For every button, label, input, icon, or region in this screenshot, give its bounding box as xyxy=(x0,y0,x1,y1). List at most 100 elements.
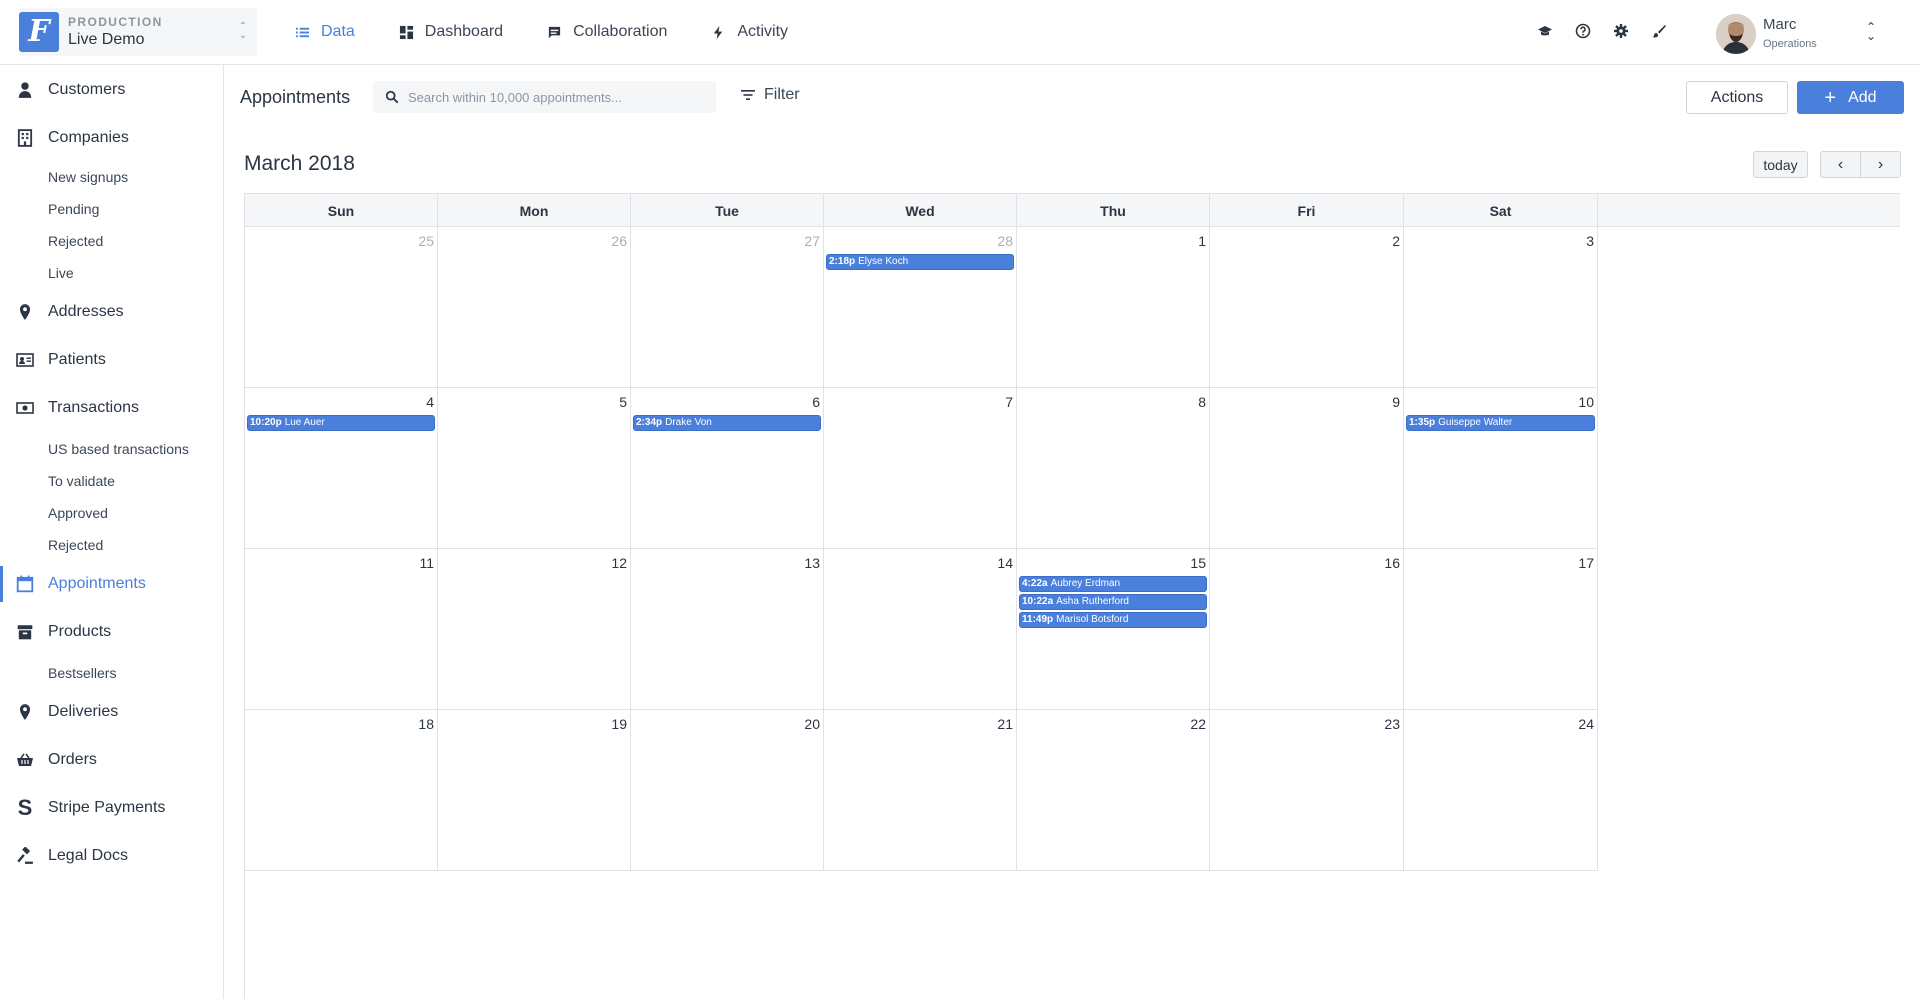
calendar-day-cell[interactable]: 5 xyxy=(438,388,631,549)
calendar-event[interactable]: 10:20p Lue Auer xyxy=(247,415,435,431)
day-number[interactable]: 21 xyxy=(997,716,1013,732)
sidebar-subitem-rejected[interactable]: Rejected xyxy=(48,233,103,249)
sidebar-item-stripe-payments[interactable]: S Stripe Payments xyxy=(0,790,223,826)
calendar-day-cell[interactable]: 22 xyxy=(1017,710,1210,871)
calendar-day-cell[interactable]: 15 4:22a Aubrey Erdman 10:22a Asha Rutherfor… xyxy=(1017,549,1210,710)
sidebar-subitem-pending[interactable]: Pending xyxy=(48,201,99,217)
sidebar-subitem-live[interactable]: Live xyxy=(48,265,74,281)
day-number[interactable]: 24 xyxy=(1578,716,1594,732)
sidebar-item-patients[interactable]: Patients xyxy=(0,342,223,378)
day-number[interactable]: 27 xyxy=(804,233,820,249)
calendar-day-cell[interactable]: 2 xyxy=(1210,227,1404,388)
calendar-event[interactable]: 10:22a Asha Rutherford xyxy=(1019,594,1207,610)
sidebar-item-addresses[interactable]: Addresses xyxy=(0,294,223,330)
chevron-right-icon[interactable]: › xyxy=(1860,151,1901,178)
calendar-day-cell[interactable]: 12 xyxy=(438,549,631,710)
calendar-day-cell[interactable]: 21 xyxy=(824,710,1017,871)
day-number[interactable]: 17 xyxy=(1578,555,1594,571)
day-number[interactable]: 6 xyxy=(812,394,820,410)
day-number[interactable]: 28 xyxy=(997,233,1013,249)
topnav-data[interactable]: Data xyxy=(295,0,355,64)
day-number[interactable]: 2 xyxy=(1392,233,1400,249)
sidebar-subitem-approved[interactable]: Approved xyxy=(48,505,108,521)
sidebar-subitem-rejected-transactions[interactable]: Rejected xyxy=(48,537,103,553)
topnav-dashboard[interactable]: Dashboard xyxy=(399,0,503,64)
calendar-day-cell[interactable]: 28 2:18p Elyse Koch xyxy=(824,227,1017,388)
brush-icon[interactable] xyxy=(1650,22,1668,40)
calendar-day-cell[interactable]: 17 xyxy=(1404,549,1598,710)
day-number[interactable]: 4 xyxy=(426,394,434,410)
calendar-day-cell[interactable]: 26 xyxy=(438,227,631,388)
environment-switcher[interactable]: F PRODUCTION Live Demo ⌃ ⌄ xyxy=(19,8,257,56)
graduation-cap-icon[interactable] xyxy=(1536,22,1554,40)
calendar-event[interactable]: 11:49p Marisol Botsford xyxy=(1019,612,1207,628)
day-number[interactable]: 3 xyxy=(1586,233,1594,249)
day-number[interactable]: 1 xyxy=(1198,233,1206,249)
sidebar-item-legal-docs[interactable]: Legal Docs xyxy=(0,838,223,874)
day-number[interactable]: 10 xyxy=(1578,394,1594,410)
calendar-day-cell[interactable]: 8 xyxy=(1017,388,1210,549)
calendar-day-cell[interactable]: 3 xyxy=(1404,227,1598,388)
day-number[interactable]: 15 xyxy=(1190,555,1206,571)
calendar-day-cell[interactable]: 25 xyxy=(245,227,438,388)
day-number[interactable]: 16 xyxy=(1384,555,1400,571)
calendar-event[interactable]: 1:35p Guiseppe Walter xyxy=(1406,415,1595,431)
chevron-left-icon[interactable]: ‹ xyxy=(1820,151,1861,178)
day-number[interactable]: 22 xyxy=(1190,716,1206,732)
today-button[interactable]: today xyxy=(1753,151,1808,178)
topnav-activity[interactable]: Activity xyxy=(711,0,788,64)
filter-button[interactable]: Filter xyxy=(740,86,800,104)
sidebar-item-companies[interactable]: Companies xyxy=(0,120,223,156)
help-icon[interactable] xyxy=(1574,22,1592,40)
calendar-day-cell[interactable]: 7 xyxy=(824,388,1017,549)
day-number[interactable]: 8 xyxy=(1198,394,1206,410)
day-number[interactable]: 18 xyxy=(418,716,434,732)
calendar-day-cell[interactable]: 13 xyxy=(631,549,824,710)
calendar-day-cell[interactable]: 14 xyxy=(824,549,1017,710)
calendar-event[interactable]: 2:18p Elyse Koch xyxy=(826,254,1014,270)
calendar-day-cell[interactable]: 9 xyxy=(1210,388,1404,549)
calendar-day-cell[interactable]: 27 xyxy=(631,227,824,388)
calendar-day-cell[interactable]: 19 xyxy=(438,710,631,871)
day-number[interactable]: 26 xyxy=(611,233,627,249)
day-number[interactable]: 23 xyxy=(1384,716,1400,732)
sidebar-subitem-bestsellers[interactable]: Bestsellers xyxy=(48,665,116,681)
calendar-day-cell[interactable]: 24 xyxy=(1404,710,1598,871)
day-number[interactable]: 19 xyxy=(611,716,627,732)
calendar-event[interactable]: 4:22a Aubrey Erdman xyxy=(1019,576,1207,592)
sidebar-item-deliveries[interactable]: Deliveries xyxy=(0,694,223,730)
sidebar-item-customers[interactable]: Customers xyxy=(0,72,223,108)
day-number[interactable]: 25 xyxy=(418,233,434,249)
sidebar-item-orders[interactable]: Orders xyxy=(0,742,223,778)
user-menu[interactable]: Marc Operations ⌃ ⌄ xyxy=(1716,11,1886,55)
topnav-collaboration[interactable]: Collaboration xyxy=(547,0,667,64)
day-number[interactable]: 12 xyxy=(611,555,627,571)
calendar-day-cell[interactable]: 20 xyxy=(631,710,824,871)
add-button[interactable]: + Add xyxy=(1797,81,1904,114)
day-number[interactable]: 9 xyxy=(1392,394,1400,410)
sidebar-subitem-to-validate[interactable]: To validate xyxy=(48,473,115,489)
gear-icon[interactable] xyxy=(1612,22,1630,40)
sidebar-item-transactions[interactable]: Transactions xyxy=(0,390,223,426)
sidebar-subitem-new-signups[interactable]: New signups xyxy=(48,169,128,185)
calendar-day-cell[interactable]: 18 xyxy=(245,710,438,871)
calendar-day-cell[interactable]: 10 1:35p Guiseppe Walter xyxy=(1404,388,1598,549)
calendar-day-cell[interactable]: 1 xyxy=(1017,227,1210,388)
calendar-day-cell[interactable]: 23 xyxy=(1210,710,1404,871)
day-number[interactable]: 20 xyxy=(804,716,820,732)
day-number[interactable]: 5 xyxy=(619,394,627,410)
day-number[interactable]: 13 xyxy=(804,555,820,571)
calendar-event[interactable]: 2:34p Drake Von xyxy=(633,415,821,431)
sidebar-subitem-us-transactions[interactable]: US based transactions xyxy=(48,441,189,457)
sidebar-item-appointments[interactable]: Appointments xyxy=(0,566,223,602)
calendar-day-cell[interactable]: 16 xyxy=(1210,549,1404,710)
calendar-day-cell[interactable]: 6 2:34p Drake Von xyxy=(631,388,824,549)
day-number[interactable]: 11 xyxy=(419,555,434,571)
day-number[interactable]: 7 xyxy=(1005,394,1013,410)
sidebar-item-products[interactable]: Products xyxy=(0,614,223,650)
calendar-day-cell[interactable]: 11 xyxy=(245,549,438,710)
calendar-day-cell[interactable]: 4 10:20p Lue Auer xyxy=(245,388,438,549)
search-input[interactable] xyxy=(408,81,708,113)
actions-button[interactable]: Actions xyxy=(1686,81,1788,114)
day-number[interactable]: 14 xyxy=(997,555,1013,571)
